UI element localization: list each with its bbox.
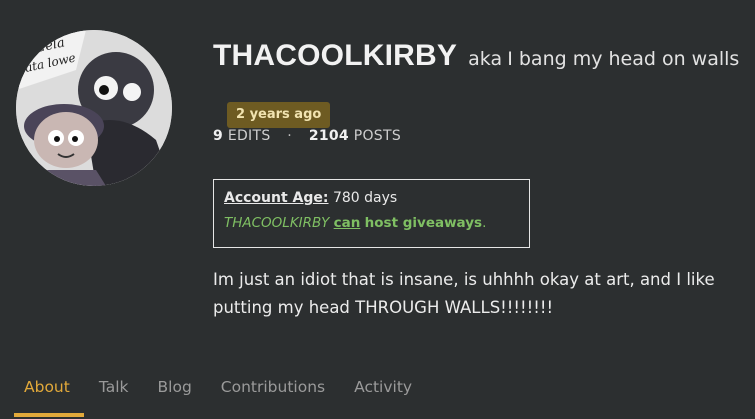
tab-talk[interactable]: Talk bbox=[99, 378, 129, 396]
posts-label[interactable]: POSTS bbox=[354, 128, 401, 144]
profile-tabs: About Talk Blog Contributions Activity bbox=[14, 378, 412, 417]
tab-activity[interactable]: Activity bbox=[354, 378, 412, 396]
account-age-value: 780 days bbox=[332, 190, 398, 206]
username: THACOOLKIRBY bbox=[213, 39, 458, 72]
tab-contributions[interactable]: Contributions bbox=[221, 378, 325, 396]
profile-bio: Im just an idiot that is insane, is uhhh… bbox=[213, 270, 715, 317]
aka-prefix: aka bbox=[468, 48, 503, 70]
tab-blog[interactable]: Blog bbox=[158, 378, 192, 396]
tab-about[interactable]: About bbox=[14, 378, 84, 417]
giveaway-can-link[interactable]: can bbox=[334, 215, 361, 231]
edits-count[interactable]: 9 bbox=[213, 128, 223, 144]
giveaway-period: . bbox=[482, 215, 487, 231]
aka-text: I bang my head on walls bbox=[507, 48, 740, 70]
giveaway-user: THACOOLKIRBY bbox=[224, 215, 330, 231]
account-infobox: Account Age: 780 days THACOOLKIRBY can h… bbox=[213, 179, 530, 248]
posts-count[interactable]: 2104 bbox=[309, 128, 349, 144]
profile-header: THACOOLKIRBY aka I bang my head on walls… bbox=[213, 28, 743, 144]
giveaway-note: THACOOLKIRBY can host giveaways. bbox=[224, 215, 519, 231]
avatar[interactable]: dela ata lowe bbox=[16, 30, 172, 186]
giveaway-host-text: host giveaways bbox=[364, 215, 483, 231]
stats-separator: · bbox=[287, 128, 293, 144]
account-age: Account Age: 780 days bbox=[224, 190, 519, 206]
avatar-image: dela ata lowe bbox=[16, 30, 172, 186]
joined-badge: 2 years ago bbox=[227, 102, 331, 128]
edits-label[interactable]: EDITS bbox=[228, 128, 271, 144]
profile-stats: 9 EDITS · 2104 POSTS bbox=[213, 128, 401, 144]
account-age-label: Account Age: bbox=[224, 190, 329, 206]
